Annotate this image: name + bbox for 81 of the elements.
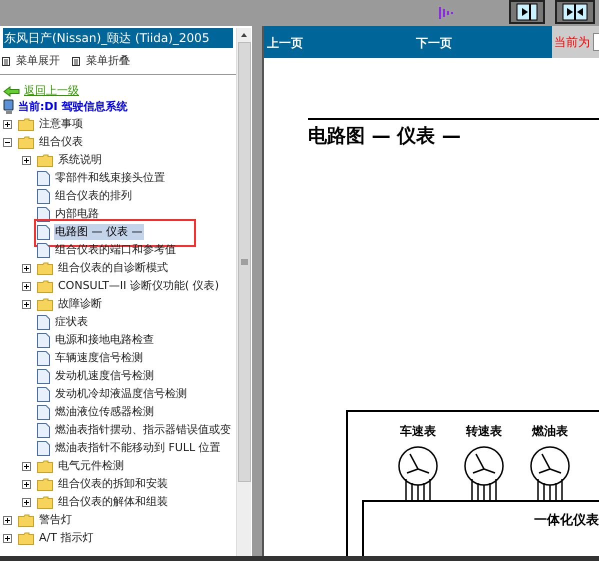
- tree-item[interactable]: 燃油液位传感器检测: [54, 404, 155, 420]
- tree-item[interactable]: 发动机速度信号检测: [54, 368, 155, 384]
- gauge-drawing: [529, 446, 571, 502]
- gauge-drawing: [397, 446, 439, 502]
- folder-icon: [37, 478, 53, 490]
- tree-item[interactable]: 燃油表指针不能移动到 FULL 位置: [54, 440, 222, 456]
- panel-title: 东风日产(Nissan)_颐达 (Tiida)_2005: [3, 28, 233, 48]
- menu-link[interactable]: 菜单折叠: [86, 52, 130, 70]
- gauge-label: 车速表: [400, 422, 436, 440]
- document-icon: [37, 422, 50, 438]
- folder-icon: [18, 118, 34, 130]
- previous-page-link[interactable]: 上一页: [267, 34, 303, 52]
- equalizer-icon: [439, 7, 455, 19]
- tree-item[interactable]: 症状表: [54, 314, 89, 330]
- tree-item[interactable]: 系统说明: [57, 152, 103, 168]
- tree-item[interactable]: 组合仪表: [38, 134, 84, 150]
- expand-icon[interactable]: [22, 498, 31, 506]
- expand-icon[interactable]: [22, 156, 31, 164]
- tree-item[interactable]: 组合仪表的自诊断模式: [57, 260, 169, 276]
- folder-icon: [37, 496, 53, 508]
- tree-item[interactable]: 电源和接地电路检查: [54, 332, 155, 348]
- tree-item[interactable]: 电路图 — 仪表 —: [54, 224, 144, 240]
- folder-icon: [18, 532, 34, 544]
- folder-icon: [37, 154, 53, 166]
- tree-item[interactable]: 零部件和线束接头位置: [54, 170, 166, 186]
- tree-item[interactable]: 注意事项: [38, 116, 84, 132]
- expand-icon[interactable]: [22, 462, 31, 470]
- tree-item[interactable]: 组合仪表的拆卸和安装: [57, 476, 169, 492]
- expand-icon[interactable]: [22, 300, 31, 308]
- document-icon: [37, 242, 50, 258]
- document-icon: [37, 350, 50, 366]
- list-icon: [72, 56, 80, 66]
- gauge-label: 转速表: [466, 422, 502, 440]
- instrument-unit-label: 一体化仪表: [534, 512, 599, 530]
- tree-item[interactable]: A/T 指示灯: [38, 530, 94, 546]
- expand-icon[interactable]: [22, 480, 31, 488]
- scrollbar-thumb[interactable]: [238, 42, 250, 482]
- current-page-label: 当前为: [554, 34, 590, 51]
- tree-item[interactable]: 内部电路: [54, 206, 100, 222]
- expand-icon[interactable]: [22, 264, 31, 272]
- document-icon: [37, 332, 50, 348]
- folder-icon: [37, 298, 53, 310]
- gauge-drawing: [463, 446, 505, 502]
- collapse-arrows-button[interactable]: [555, 0, 595, 24]
- document-icon: [37, 386, 50, 402]
- folder-icon: [37, 262, 53, 274]
- tree-item[interactable]: 车辆速度信号检测: [54, 350, 144, 366]
- document-icon: [37, 224, 50, 240]
- folder-icon: [37, 280, 53, 292]
- document-icon: [37, 404, 50, 420]
- collapse-icon[interactable]: [3, 138, 12, 146]
- document-icon: [37, 368, 50, 384]
- tree-item[interactable]: 燃油表指针摆动、指示器错误值或变: [54, 422, 232, 438]
- expand-icon[interactable]: [3, 516, 12, 524]
- folder-icon: [18, 514, 34, 526]
- folder-icon: [37, 460, 53, 472]
- expand-icon[interactable]: [3, 534, 12, 542]
- tree-item[interactable]: 组合仪表的端口和参考值: [54, 242, 177, 258]
- document-icon: [37, 314, 50, 330]
- document-icon: [37, 440, 50, 456]
- menu-link[interactable]: 菜单展开: [16, 52, 60, 70]
- tree-item[interactable]: 警告灯: [38, 512, 73, 528]
- tree-item[interactable]: 组合仪表的解体和组装: [57, 494, 169, 510]
- arrow-right-button[interactable]: [509, 0, 545, 24]
- tree-item[interactable]: 组合仪表的排列: [54, 188, 133, 204]
- current-section: 当前:DI 驾驶信息系统: [18, 98, 128, 116]
- document-icon: [37, 170, 50, 186]
- back-link[interactable]: 返回上一级: [24, 82, 79, 100]
- folder-icon: [18, 136, 34, 148]
- next-page-link[interactable]: 下一页: [416, 34, 452, 52]
- document-title: 电路图 — 仪表 —: [308, 124, 462, 149]
- back-arrow-icon: [3, 86, 20, 96]
- gauge-label: 燃油表: [532, 422, 568, 440]
- tree-item[interactable]: 电气元件检测: [57, 458, 125, 474]
- expand-icon[interactable]: [22, 282, 31, 290]
- document-icon: [37, 188, 50, 204]
- tree-item[interactable]: 故障诊断: [57, 296, 103, 312]
- tree-item[interactable]: CONSULT—II 诊断仪功能( 仪表): [57, 278, 220, 294]
- computer-icon: [3, 99, 15, 115]
- tree-item[interactable]: 发动机冷却液温度信号检测: [54, 386, 188, 402]
- expand-icon[interactable]: [3, 120, 12, 128]
